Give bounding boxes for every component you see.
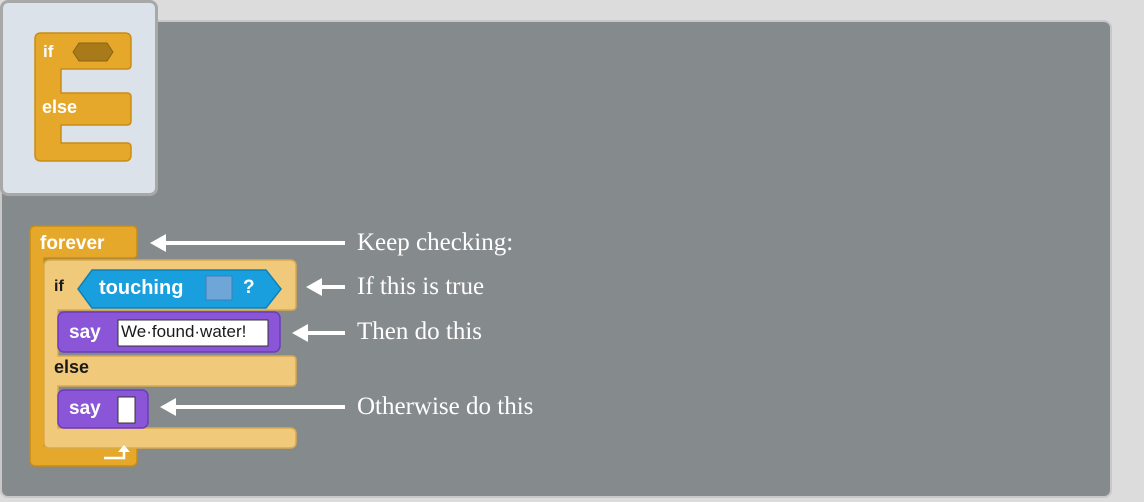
annotation-otherwise: Otherwise do this [357, 393, 534, 420]
arrow-icon-then [292, 324, 345, 342]
annotation-if-true: If this is true [357, 273, 485, 300]
annotation-then: Then do this [357, 318, 482, 345]
arrow-icon-keep-checking [150, 234, 345, 252]
forever-label: forever [40, 233, 105, 254]
touching-question-mark: ? [243, 277, 255, 298]
touching-target-selector[interactable] [205, 275, 233, 301]
else-label: else [54, 357, 90, 377]
say-text-input-2[interactable] [117, 396, 136, 424]
say-label-2: say [69, 398, 101, 419]
say-label-1: say [69, 322, 101, 343]
script-blocks-svg [29, 225, 345, 467]
annotation-keep-checking: Keep checking: [357, 229, 514, 256]
arrow-icon-if-true [306, 278, 345, 296]
say-text-1: We·found·water! [121, 322, 247, 341]
arrow-icon-otherwise [160, 398, 345, 416]
touching-label: touching [99, 277, 184, 299]
if-label: if [54, 278, 64, 295]
